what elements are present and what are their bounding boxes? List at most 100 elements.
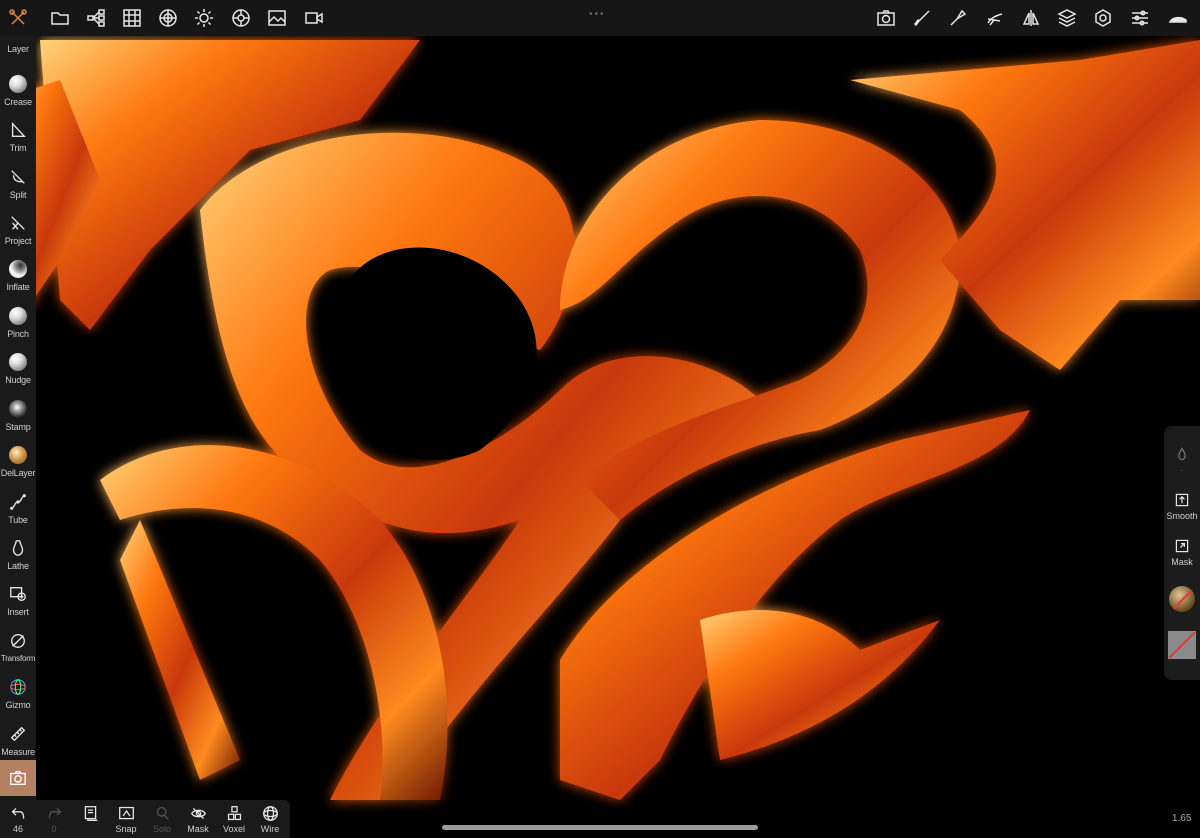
sidebar-item-dellayer[interactable]: DelLayer [0,441,36,487]
snap-label: Snap [115,824,137,834]
sidebar-item-layer[interactable]: Layer [0,36,36,56]
voxel-icon [227,806,241,821]
bottom-toolbar: 46 0 Snap Solo Mask Voxel Wire [0,800,290,838]
sidebar-item-label: Insert [7,607,29,617]
history-button[interactable] [72,802,108,838]
sidebar-item-label: Lathe [7,561,29,571]
sidebar-item-label: Stamp [5,422,31,432]
sidebar-item-label: Layer [7,44,29,54]
sidebar-item-label: Pinch [7,329,29,339]
sidebar-item-label: Transform [0,654,36,663]
radius-control[interactable]: · [1164,446,1200,475]
sidebar-item-label: Inflate [6,282,30,292]
sliders-icon[interactable] [1128,6,1152,30]
sidebar-item-inflate[interactable]: Inflate [0,255,36,301]
folder-icon[interactable] [48,6,72,30]
radius-dot: · [1180,465,1184,475]
inflate-icon [7,258,29,280]
mask-toggle-button[interactable]: Mask [180,802,216,838]
sidebar-item-label: Tube [8,515,28,525]
wire-button[interactable]: Wire [252,802,288,838]
undo-icon [11,807,24,819]
sidebar-item-lathe[interactable]: Lathe [0,534,36,580]
sidebar-item-label: Project [4,236,32,246]
camera-icon[interactable] [874,6,898,30]
interface-icon[interactable] [1166,6,1190,30]
drag-handle[interactable]: ••• [589,9,606,20]
sidebar-item-label: Nudge [5,375,31,385]
trim-icon [7,119,29,141]
smooth-label: Smooth [1166,511,1198,521]
sidebar-item-stamp[interactable]: Stamp [0,395,36,441]
sidebar-item-gizmo[interactable]: Gizmo [0,673,36,719]
undo-button[interactable]: 46 [0,802,36,838]
light-icon[interactable] [192,6,216,30]
camera-icon [10,771,26,785]
sidebar-item-tube[interactable]: Tube [0,488,36,534]
sidebar-item-label: DelLayer [0,468,36,478]
redo-icon [48,807,61,819]
camera-snapshot-button[interactable] [0,760,36,796]
pinch-icon [7,305,29,327]
color-swatch [1168,631,1196,659]
measure-icon [7,723,29,745]
sidebar-item-label: Split [9,190,27,200]
voxel-label: Voxel [222,824,246,834]
sidebar-item-crease[interactable]: Crease [0,70,36,116]
sidebar-item-trim[interactable]: Trim [0,116,36,162]
redo-button[interactable]: 0 [36,802,72,838]
sidebar-item-label: Trim [9,143,27,153]
brush-icon[interactable] [910,6,934,30]
material-icon[interactable] [229,6,253,30]
material-preset-button[interactable] [1164,586,1200,612]
project-icon [7,212,29,234]
wire-label: Wire [260,824,280,834]
lathe-icon [7,537,29,559]
smooth-button[interactable]: Smooth [1164,492,1200,521]
tool-sidebar: Layer Crease Trim Split Project Inflate … [0,36,36,800]
sidebar-item-pinch[interactable]: Pinch [0,302,36,348]
voxel-button[interactable]: Voxel [216,802,252,838]
home-indicator[interactable] [442,825,758,830]
tools-icon[interactable] [6,6,30,30]
image-icon[interactable] [265,6,289,30]
history-icon [84,806,97,821]
scene-tree-icon[interactable] [84,6,108,30]
video-icon[interactable] [302,6,326,30]
mask-icon [1175,539,1189,553]
version-label: 1.65 [1172,813,1192,824]
insert-icon [7,583,29,605]
droplet-icon [1178,447,1186,461]
sidebar-item-transform[interactable]: Transform [0,627,36,673]
grid-icon[interactable] [120,6,144,30]
material-preset-icon [1169,586,1195,612]
viewport-canvas[interactable] [0,0,1200,838]
sidebar-item-label: Gizmo [5,700,31,710]
mask-button[interactable]: Mask [1164,538,1200,567]
redo-count: 0 [51,824,57,834]
top-toolbar: ••• [0,0,1200,36]
topology-icon[interactable] [156,6,180,30]
transform-icon [7,630,29,652]
sidebar-item-project[interactable]: Project [0,209,36,255]
layers-icon[interactable] [1055,6,1079,30]
sidebar-item-label: Crease [4,97,32,107]
solo-button[interactable]: Solo [144,802,180,838]
snap-icon [118,806,134,820]
sidebar-item-nudge[interactable]: Nudge [0,348,36,394]
symmetry-icon[interactable] [1019,6,1043,30]
sidebar-item-split[interactable]: Split [0,163,36,209]
right-tool-panel: · Smooth Mask [1164,426,1200,680]
sculpture-mesh [0,40,1200,800]
stroke-icon[interactable] [946,6,970,30]
painting-icon[interactable] [983,6,1007,30]
settings-icon[interactable] [1091,6,1115,30]
wireframe-icon [262,806,278,821]
tube-icon [7,491,29,513]
color-swatch-button[interactable] [1164,631,1200,659]
snap-button[interactable]: Snap [108,802,144,838]
smooth-icon [1175,493,1189,507]
solo-icon [156,806,169,820]
sidebar-item-insert[interactable]: Insert [0,580,36,626]
mask-label: Mask [1171,557,1193,567]
